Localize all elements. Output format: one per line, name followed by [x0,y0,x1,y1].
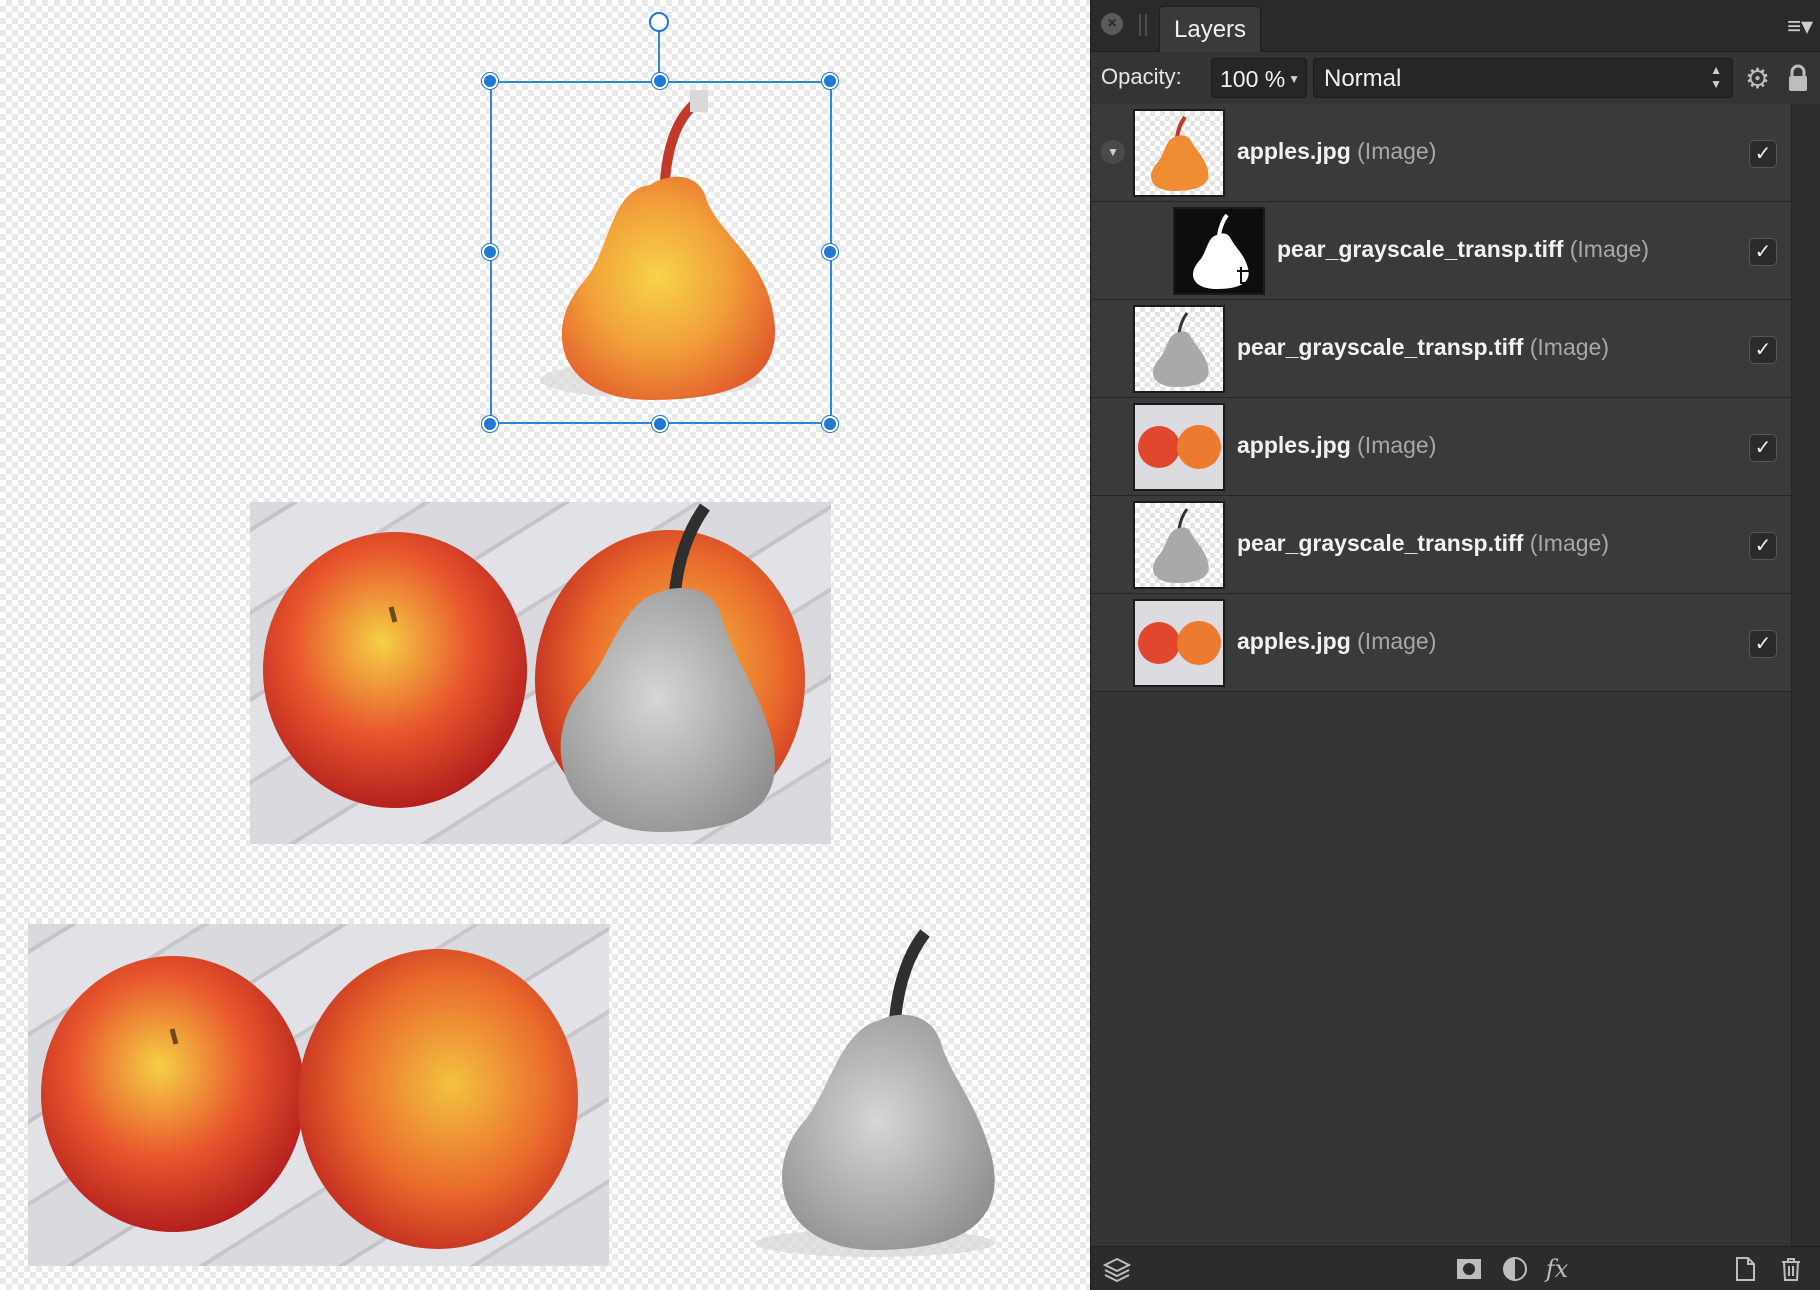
adjustment-icon[interactable] [1501,1255,1529,1283]
layer-row[interactable]: apples.jpg (Image) ✓ [1091,594,1791,692]
opacity-value: 100 % [1220,66,1286,92]
trash-icon[interactable] [1777,1255,1805,1283]
layer-thumbnail [1133,501,1225,589]
blend-mode-value: Normal [1324,65,1402,92]
tab-layers[interactable]: Layers [1159,6,1262,52]
handle-bottom[interactable] [652,416,668,432]
handle-bottom-left[interactable] [482,416,498,432]
apples-image[interactable] [28,924,609,1266]
layer-row[interactable]: pear_grayscale_transp.tiff (Image) ✓ [1091,300,1791,398]
scrollbar[interactable] [1791,104,1820,1246]
document-canvas[interactable] [0,0,1090,1290]
layers-list: ▼ apples.jpg (Image) ✓ pear_grayscale_tr… [1091,104,1791,692]
handle-right[interactable] [822,244,838,260]
rotation-handle[interactable] [649,12,669,32]
fx-icon[interactable]: fx [1543,1255,1571,1283]
layer-thumbnail [1173,207,1265,295]
panel-menu-icon[interactable]: ≡▾ [1787,12,1813,41]
handle-top[interactable] [652,73,668,89]
visibility-checkbox[interactable]: ✓ [1749,140,1777,168]
handle-bottom-right[interactable] [822,416,838,432]
chevron-down-icon[interactable]: ▼ [1288,59,1300,99]
layer-name: apples.jpg (Image) [1237,628,1437,654]
handle-top-right[interactable] [822,73,838,89]
apples-pear-composite-image[interactable] [250,502,831,844]
visibility-checkbox[interactable]: ✓ [1749,336,1777,364]
gear-icon[interactable]: ⚙ [1745,62,1770,95]
visibility-checkbox[interactable]: ✓ [1749,434,1777,462]
layer-thumbnail [1133,599,1225,687]
layers-icon[interactable] [1103,1255,1131,1283]
mask-icon[interactable] [1455,1255,1483,1283]
selection-box [490,81,832,424]
layer-row[interactable]: pear_grayscale_transp.tiff (Image) ✓ [1091,496,1791,594]
layer-name: pear_grayscale_transp.tiff (Image) [1237,334,1609,360]
blend-mode-select[interactable]: Normal ▲ ▼ [1313,58,1733,98]
lock-icon[interactable] [1787,64,1809,92]
layer-row[interactable]: ▼ apples.jpg (Image) ✓ [1091,104,1791,202]
new-document-icon[interactable] [1731,1255,1759,1283]
opacity-label: Opacity: [1101,64,1182,89]
triangle-down-icon[interactable]: ▼ [1101,140,1125,164]
layer-name: pear_grayscale_transp.tiff (Image) [1237,530,1609,556]
panel-footer: fx [1091,1246,1820,1290]
layer-thumbnail [1133,403,1225,491]
handle-left[interactable] [482,244,498,260]
layer-name: pear_grayscale_transp.tiff (Image) [1277,236,1649,262]
visibility-checkbox[interactable]: ✓ [1749,630,1777,658]
layer-thumbnail [1133,305,1225,393]
updown-arrows-icon: ▲ ▼ [1710,63,1722,91]
layers-panel: × Layers ≡▾ Opacity: 100 % ▼ Normal ▲ ▼ ⚙… [1090,0,1820,1290]
visibility-checkbox[interactable]: ✓ [1749,532,1777,560]
layer-row[interactable]: apples.jpg (Image) ✓ [1091,398,1791,496]
layer-name: apples.jpg (Image) [1237,432,1437,458]
grip-handle-icon[interactable] [1139,14,1147,36]
layer-name: apples.jpg (Image) [1237,138,1437,164]
close-icon[interactable]: × [1101,13,1123,35]
opacity-row: Opacity: 100 % ▼ Normal ▲ ▼ ⚙ [1091,52,1820,104]
visibility-checkbox[interactable]: ✓ [1749,238,1777,266]
layer-row[interactable]: pear_grayscale_transp.tiff (Image) ✓ [1091,202,1791,300]
handle-top-left[interactable] [482,73,498,89]
layer-thumbnail [1133,109,1225,197]
opacity-input[interactable]: 100 % ▼ [1211,58,1307,98]
pear-grayscale-image[interactable] [725,925,1015,1265]
panel-header: × Layers ≡▾ [1091,0,1820,52]
